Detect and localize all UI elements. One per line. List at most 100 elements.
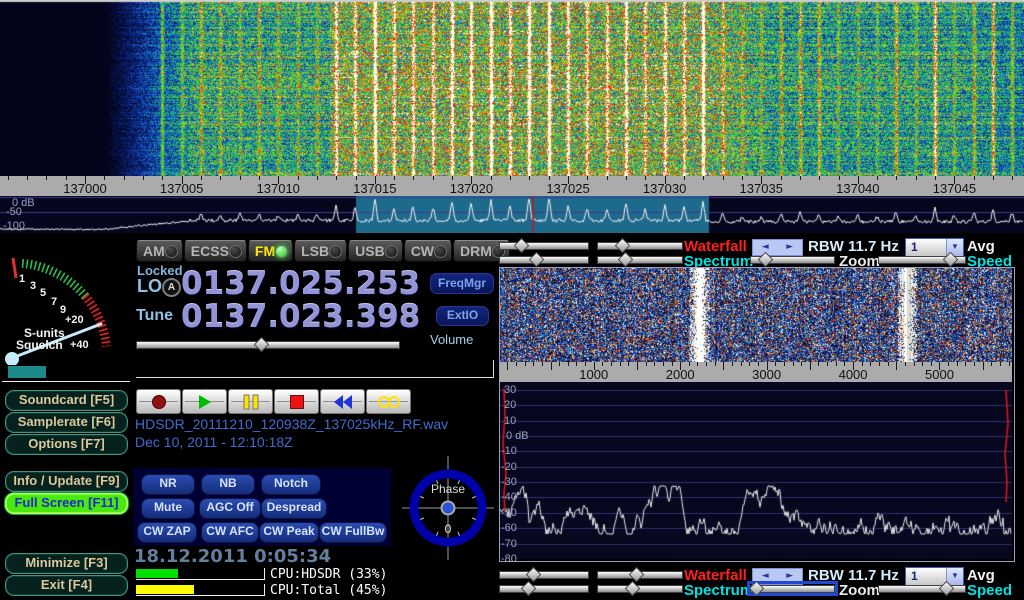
waterfall-contrast-slider[interactable] bbox=[597, 570, 683, 579]
mode-button-ecss[interactable]: ECSS bbox=[184, 240, 247, 262]
audio-db-label: 30 bbox=[504, 384, 516, 396]
spectrum-range-slider-thumb[interactable] bbox=[625, 581, 641, 597]
transport-stop-button[interactable] bbox=[274, 389, 319, 414]
side-button-minimize[interactable]: Minimize [F3] bbox=[5, 553, 128, 574]
scale-tick bbox=[663, 362, 664, 366]
main-frequency-scale[interactable]: 1370001370051370101370151370201370251370… bbox=[0, 176, 1024, 196]
zoom-slider[interactable] bbox=[750, 255, 835, 264]
scale-tick bbox=[259, 176, 260, 180]
play-icon bbox=[199, 395, 211, 409]
mode-button-lsb[interactable]: LSB bbox=[294, 240, 347, 262]
main-waterfall[interactable] bbox=[0, 0, 1024, 176]
scroll-right-icon[interactable]: ► bbox=[778, 569, 803, 584]
dsp-button-cw-afc[interactable]: CW AFC bbox=[201, 522, 259, 543]
side-button-options[interactable]: Options [F7] bbox=[5, 434, 128, 455]
volume-slider[interactable] bbox=[136, 340, 400, 349]
transport-record-button[interactable] bbox=[136, 389, 181, 414]
scale-tick bbox=[611, 362, 612, 366]
scale-tick bbox=[568, 362, 569, 366]
dsp-button-nb[interactable]: NB bbox=[201, 474, 255, 495]
phase-dial[interactable]: Phase 0 bbox=[402, 456, 494, 560]
dsp-button-cw-peak[interactable]: CW Peak bbox=[259, 522, 319, 543]
waterfall-brightness-slider-thumb[interactable] bbox=[514, 238, 530, 254]
scale-tick bbox=[896, 362, 897, 370]
mode-button-am[interactable]: AM bbox=[136, 240, 183, 262]
transport-loop-button[interactable] bbox=[366, 389, 411, 414]
speed-slider[interactable] bbox=[878, 255, 966, 264]
main-db-100: -100 bbox=[3, 220, 25, 232]
mode-led bbox=[434, 245, 447, 258]
side-button-full[interactable]: Full Screen [F11] bbox=[5, 493, 128, 514]
dsp-button-cw-zap[interactable]: CW ZAP bbox=[137, 522, 197, 543]
mode-button-fm[interactable]: FM bbox=[248, 240, 293, 262]
mode-button-usb[interactable]: USB bbox=[348, 240, 403, 262]
scale-tick bbox=[916, 176, 917, 180]
frequency-tick-label: 137020 bbox=[450, 181, 493, 196]
transport-pause-button[interactable] bbox=[228, 389, 273, 414]
scale-tick bbox=[703, 176, 704, 180]
scale-tick bbox=[336, 176, 337, 180]
frequency-tick-label: 137045 bbox=[933, 181, 976, 196]
audio-frequency-scale[interactable]: 10002000300040005000 bbox=[500, 362, 1012, 382]
dsp-button-nr[interactable]: NR bbox=[141, 474, 195, 495]
speed-slider-thumb[interactable] bbox=[943, 252, 959, 268]
transport-rewind-button[interactable] bbox=[320, 389, 365, 414]
side-button-exit[interactable]: Exit [F4] bbox=[5, 575, 128, 596]
scroll-right-icon[interactable]: ► bbox=[778, 240, 803, 255]
mode-button-cw[interactable]: CW bbox=[404, 240, 452, 262]
dsp-button-notch[interactable]: Notch bbox=[261, 474, 321, 495]
dsp-button-despread[interactable]: Despread bbox=[261, 498, 327, 519]
scale-tick bbox=[983, 362, 984, 370]
waterfall-brightness-slider[interactable] bbox=[499, 241, 589, 250]
mode-label: USB bbox=[355, 243, 385, 259]
transport-play-button[interactable] bbox=[182, 389, 227, 414]
waterfall-contrast-slider-thumb[interactable] bbox=[629, 567, 645, 583]
squelch-level-bar[interactable] bbox=[8, 366, 46, 378]
dsp-button-mute[interactable]: Mute bbox=[141, 498, 195, 519]
speed-slider[interactable] bbox=[878, 584, 966, 593]
dsp-button-cw-fullbw[interactable]: CW FullBw bbox=[319, 522, 387, 543]
side-button-info[interactable]: Info / Update [F9] bbox=[5, 471, 128, 492]
speed-slider-thumb[interactable] bbox=[939, 581, 955, 597]
scale-tick bbox=[974, 176, 975, 180]
zoom-slider[interactable] bbox=[750, 584, 835, 593]
spectrum-range-slider[interactable] bbox=[597, 255, 683, 264]
waterfall-contrast-slider-thumb[interactable] bbox=[615, 238, 631, 254]
waterfall-shift-scrollbar[interactable]: ◄► bbox=[752, 239, 803, 256]
scale-tick bbox=[46, 176, 47, 180]
side-button-soundcard[interactable]: Soundcard [F5] bbox=[5, 390, 128, 411]
waterfall-brightness-slider[interactable] bbox=[499, 570, 589, 579]
main-spectrum[interactable] bbox=[0, 196, 1024, 233]
scale-tick bbox=[957, 362, 958, 366]
scale-tick bbox=[801, 362, 802, 366]
volume-slider-thumb[interactable] bbox=[254, 337, 270, 353]
frequency-tick-label: 137040 bbox=[836, 181, 879, 196]
scale-tick bbox=[654, 362, 655, 366]
spectrum-label: Spectrum bbox=[684, 582, 753, 599]
scale-tick bbox=[800, 176, 801, 180]
lo-frequency[interactable]: 0137.025.253 bbox=[181, 266, 420, 302]
side-button-samplerate[interactable]: Samplerate [F6] bbox=[5, 412, 128, 433]
scale-tick bbox=[585, 362, 586, 366]
spectrum-range-slider[interactable] bbox=[597, 584, 683, 593]
spectrum-range-slider-thumb[interactable] bbox=[618, 252, 634, 268]
waterfall-shift-scrollbar[interactable]: ◄► bbox=[752, 568, 803, 585]
scale-tick bbox=[723, 176, 724, 180]
audio-spectrum[interactable] bbox=[500, 382, 1012, 559]
tune-frequency[interactable]: 0137.023.398 bbox=[181, 299, 420, 335]
audio-waterfall[interactable] bbox=[500, 268, 1012, 362]
dsp-button-agc-off[interactable]: AGC Off bbox=[199, 498, 261, 519]
lo-auto-badge[interactable]: A bbox=[162, 278, 181, 297]
spectrum-gain-slider-thumb[interactable] bbox=[529, 252, 545, 268]
audio-db-label: -20 bbox=[501, 461, 517, 473]
pause-icon bbox=[243, 394, 258, 409]
freqmgr-button[interactable]: FreqMgr bbox=[430, 273, 494, 294]
phase-label: Phase bbox=[431, 482, 465, 496]
spectrum-gain-slider[interactable] bbox=[499, 584, 589, 593]
spectrum-gain-slider-thumb[interactable] bbox=[521, 581, 537, 597]
spectrum-gain-slider[interactable] bbox=[499, 255, 589, 264]
scale-tick bbox=[628, 362, 629, 366]
extio-button[interactable]: ExtIO bbox=[436, 306, 489, 326]
zoom-slider-thumb[interactable] bbox=[758, 252, 774, 268]
waterfall-contrast-slider[interactable] bbox=[597, 241, 683, 250]
